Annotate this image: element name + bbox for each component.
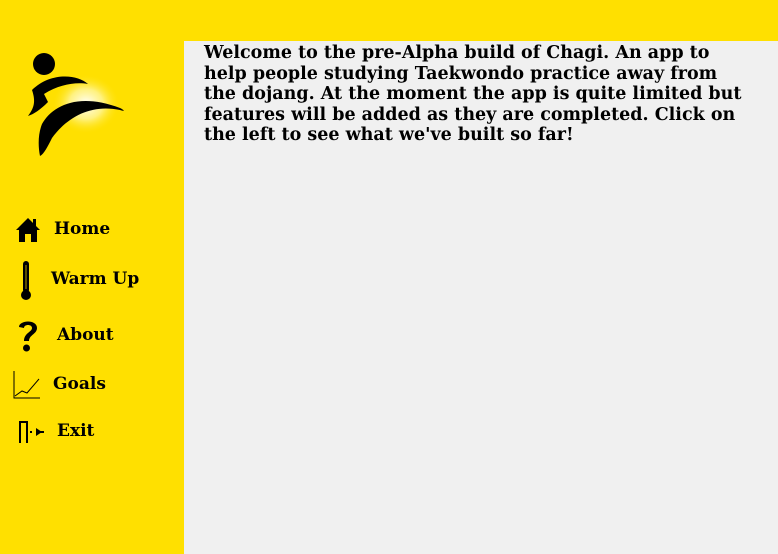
main-content: Welcome to the pre-Alpha build of Chagi.… [184, 41, 778, 554]
kicking-figure-logo [28, 53, 124, 156]
sidebar-item-warm-up[interactable]: Warm Up [12, 260, 172, 300]
line-graph-icon [13, 371, 40, 399]
app-window: Home Warm Up About Goals Exit Welcome to… [0, 0, 778, 554]
question-mark-icon [19, 321, 37, 352]
sidebar-item-label: Home [54, 219, 111, 239]
sidebar-item-home[interactable]: Home [12, 210, 172, 250]
exit-door-icon [19, 421, 44, 443]
sidebar-item-exit[interactable]: Exit [12, 412, 172, 452]
sidebar: Home Warm Up About Goals Exit [0, 0, 184, 554]
thermometer-icon [21, 261, 31, 300]
home-icon [16, 218, 40, 242]
sidebar-item-label: Exit [57, 421, 95, 441]
sidebar-item-label: About [57, 325, 114, 345]
sidebar-item-label: Warm Up [51, 269, 140, 289]
sidebar-item-about[interactable]: About [12, 316, 172, 356]
sidebar-item-label: Goals [53, 374, 106, 394]
welcome-text: Welcome to the pre-Alpha build of Chagi.… [204, 43, 742, 145]
sidebar-item-goals[interactable]: Goals [12, 365, 172, 405]
